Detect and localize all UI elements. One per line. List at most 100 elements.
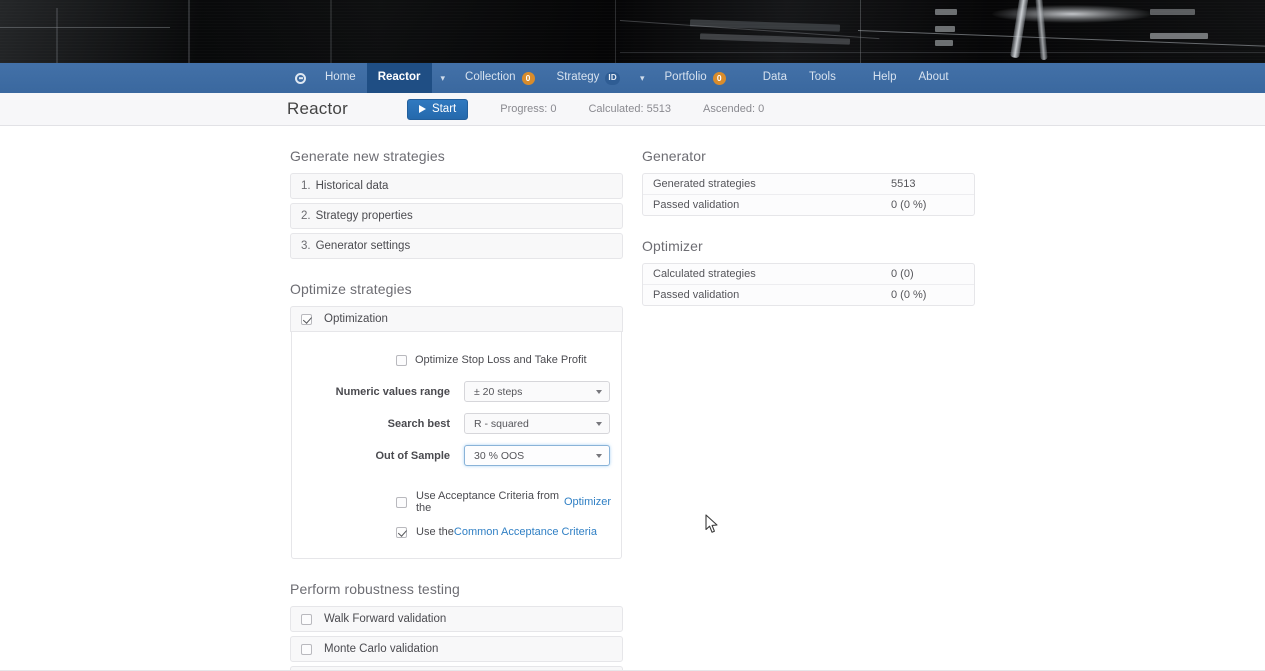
common-acceptance-criteria-link[interactable]: Common Acceptance Criteria <box>454 526 597 538</box>
optimize-section-title: Optimize strategies <box>290 281 623 297</box>
table-row: Generated strategies 5513 <box>643 174 974 195</box>
start-button-label: Start <box>432 103 456 115</box>
use-common-acceptance-criteria-row[interactable]: Use the Common Acceptance Criteria <box>302 526 611 538</box>
search-best-select[interactable]: R - squared <box>464 413 610 434</box>
optimize-sl-tp-row[interactable]: Optimize Stop Loss and Take Profit <box>302 354 611 366</box>
main-navigation: Home Reactor ▾ Collection 0 Strategy ID … <box>0 63 1265 93</box>
nav-spacer <box>737 63 752 93</box>
nav-label: Portfolio <box>665 72 707 84</box>
field-label: Search best <box>302 418 464 430</box>
nav-item-data[interactable]: Data <box>752 63 798 93</box>
table-row: Calculated strategies 0 (0) <box>643 264 974 285</box>
select-value: ± 20 steps <box>474 386 522 398</box>
top-banner-image <box>0 0 1265 63</box>
step-historical-data[interactable]: 1. Historical data <box>290 173 623 199</box>
stat-key: Passed validation <box>653 199 891 211</box>
field-label: Out of Sample <box>302 450 464 462</box>
out-of-sample-select[interactable]: 30 % OOS <box>464 445 610 466</box>
step-generator-settings[interactable]: 3. Generator settings <box>290 233 623 259</box>
generate-section-title: Generate new strategies <box>290 148 623 164</box>
optimization-checkbox[interactable] <box>301 314 312 325</box>
monte-carlo-validation-label: Monte Carlo validation <box>324 643 438 655</box>
nav-item-about[interactable]: About <box>908 63 960 93</box>
nav-item-collection[interactable]: Collection 0 <box>454 63 546 93</box>
use-acceptance-criteria-optimizer-checkbox[interactable] <box>396 497 407 508</box>
stat-key: Calculated strategies <box>653 268 891 280</box>
select-value: R - squared <box>474 418 529 430</box>
use-common-acceptance-criteria-checkbox[interactable] <box>396 527 407 538</box>
nav-item-tools[interactable]: Tools <box>798 63 847 93</box>
walk-forward-validation-checkbox[interactable] <box>301 614 312 625</box>
table-row: Passed validation 0 (0 %) <box>643 195 974 216</box>
stat-value: 0 (0 %) <box>891 199 964 211</box>
field-label: Numeric values range <box>302 386 464 398</box>
step-label: Strategy properties <box>316 210 413 222</box>
play-icon <box>419 105 426 113</box>
nav-badge-portfolio: 0 <box>713 72 726 85</box>
field-search-best: Search best R - squared <box>302 413 611 434</box>
step-strategy-properties[interactable]: 2. Strategy properties <box>290 203 623 229</box>
acceptance-text-pre: Use the <box>416 526 454 538</box>
step-label: Historical data <box>316 180 389 192</box>
optimizer-link[interactable]: Optimizer <box>564 496 611 508</box>
field-numeric-values-range: Numeric values range ± 20 steps <box>302 381 611 402</box>
nav-badge-collection: 0 <box>522 72 535 85</box>
status-ascended: Ascended: 0 <box>703 103 764 115</box>
mouse-cursor <box>705 514 719 534</box>
nav-label: Data <box>763 72 787 84</box>
optimizer-panel-title: Optimizer <box>642 238 975 254</box>
use-acceptance-criteria-optimizer-row[interactable]: Use Acceptance Criteria from the Optimiz… <box>302 490 611 514</box>
stat-value: 5513 <box>891 178 964 190</box>
nav-spacer <box>847 63 862 93</box>
nav-label: Help <box>873 72 897 84</box>
chevron-down-icon <box>596 422 602 426</box>
nav-badge-strategy: ID <box>605 72 620 85</box>
optimization-settings-panel: Optimize Stop Loss and Take Profit Numer… <box>291 332 622 559</box>
generator-stats-table: Generated strategies 5513 Passed validat… <box>642 173 975 216</box>
step-number: 2. <box>301 210 311 222</box>
table-row: Passed validation 0 (0 %) <box>643 285 974 306</box>
stat-value: 0 (0) <box>891 268 964 280</box>
start-button[interactable]: Start <box>407 99 468 120</box>
banner-detail <box>0 0 1265 63</box>
nav-item-portfolio[interactable]: Portfolio 0 <box>654 63 737 93</box>
step-number: 1. <box>301 180 311 192</box>
optimization-label: Optimization <box>324 313 388 325</box>
stat-value: 0 (0 %) <box>891 289 964 301</box>
acceptance-text-pre: Use Acceptance Criteria from the <box>416 490 564 514</box>
nav-reactor-dropdown-caret-icon[interactable]: ▾ <box>432 63 455 93</box>
optimizer-stats-table: Calculated strategies 0 (0) Passed valid… <box>642 263 975 306</box>
chevron-down-icon <box>596 390 602 394</box>
status-calculated: Calculated: 5513 <box>588 103 671 115</box>
monte-carlo-validation-row[interactable]: Monte Carlo validation <box>290 636 623 662</box>
nav-strategy-dropdown-caret-icon[interactable]: ▾ <box>631 63 654 93</box>
monte-carlo-validation-checkbox[interactable] <box>301 644 312 655</box>
page-title: Reactor <box>287 99 348 119</box>
nav-item-reactor[interactable]: Reactor <box>367 63 432 93</box>
optimize-sl-tp-checkbox[interactable] <box>396 355 407 366</box>
left-column: Generate new strategies 1. Historical da… <box>290 126 623 671</box>
field-out-of-sample: Out of Sample 30 % OOS <box>302 445 611 466</box>
walk-forward-validation-label: Walk Forward validation <box>324 613 446 625</box>
nav-label: Tools <box>809 72 836 84</box>
walk-forward-validation-row[interactable]: Walk Forward validation <box>290 606 623 632</box>
nav-item-strategy[interactable]: Strategy ID <box>546 63 631 93</box>
nav-home-gear-icon-button[interactable] <box>287 63 314 93</box>
stat-key: Passed validation <box>653 289 891 301</box>
optimization-toggle-row[interactable]: Optimization <box>290 306 623 332</box>
nav-item-home[interactable]: Home <box>314 63 367 93</box>
right-column: Generator Generated strategies 5513 Pass… <box>642 126 975 306</box>
nav-item-help[interactable]: Help <box>862 63 908 93</box>
chevron-down-icon <box>596 454 602 458</box>
nav-label: Strategy <box>557 72 600 84</box>
main-content: Generate new strategies 1. Historical da… <box>0 126 1265 671</box>
numeric-values-range-select[interactable]: ± 20 steps <box>464 381 610 402</box>
stat-key: Generated strategies <box>653 178 891 190</box>
page-header-bar: Reactor Start Progress: 0 Calculated: 55… <box>0 93 1265 126</box>
step-number: 3. <box>301 240 311 252</box>
nav-label: About <box>919 72 949 84</box>
nav-label: Reactor <box>378 72 421 84</box>
generator-panel-title: Generator <box>642 148 975 164</box>
nav-label: Home <box>325 72 356 84</box>
robustness-section-title: Perform robustness testing <box>290 581 623 597</box>
